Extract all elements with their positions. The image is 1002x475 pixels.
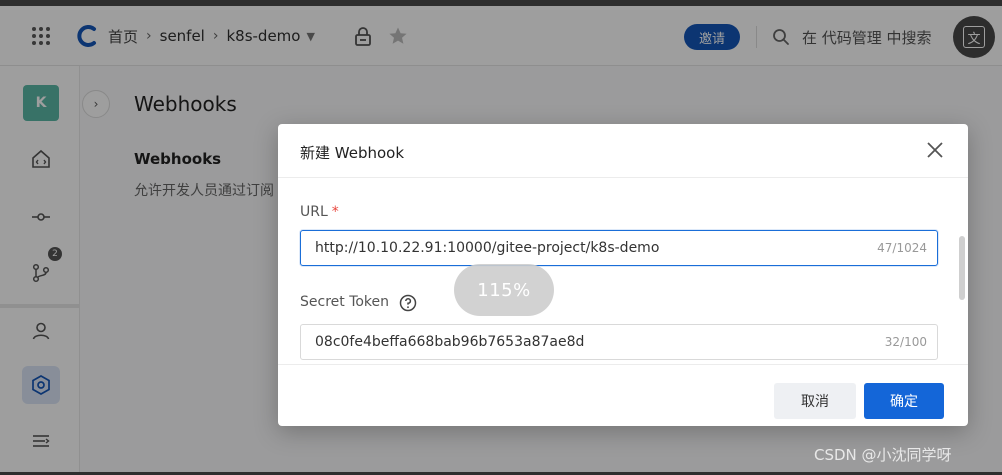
dialog-scrollbar[interactable] — [959, 236, 965, 300]
secret-token-input[interactable]: 08c0fe4beffa668bab96b7653a87ae8d 32/100 — [300, 324, 938, 360]
url-label: URL * — [300, 204, 339, 220]
close-icon[interactable] — [924, 139, 946, 161]
url-input[interactable]: http://10.10.22.91:10000/gitee-project/k… — [300, 230, 938, 266]
url-input-value: http://10.10.22.91:10000/gitee-project/k… — [315, 240, 660, 256]
url-label-text: URL — [300, 204, 328, 220]
help-question-icon[interactable] — [399, 294, 417, 312]
secret-token-value: 08c0fe4beffa668bab96b7653a87ae8d — [315, 334, 585, 350]
confirm-button[interactable]: 确定 — [864, 383, 944, 419]
csdn-watermark: CSDN @小沈同学呀 — [814, 446, 952, 464]
app-window: 首页 › senfel › k8s-demo ▼ 邀请 在 代码管理 中搜索 文… — [0, 6, 1002, 472]
required-mark: * — [331, 204, 339, 220]
dialog-body: URL * http://10.10.22.91:10000/gitee-proj… — [278, 178, 968, 364]
new-webhook-dialog: 新建 Webhook URL * http://10.10.22.91:10000… — [278, 124, 968, 426]
cancel-button[interactable]: 取消 — [774, 383, 856, 419]
secret-token-label: Secret Token — [300, 294, 390, 310]
dialog-title: 新建 Webhook — [300, 144, 405, 162]
secret-token-counter: 32/100 — [884, 335, 927, 349]
dialog-footer: 取消 确定 — [278, 364, 968, 426]
zoom-indicator: 115% — [454, 264, 554, 316]
dialog-header: 新建 Webhook — [278, 124, 968, 178]
url-char-counter: 47/1024 — [877, 241, 927, 255]
